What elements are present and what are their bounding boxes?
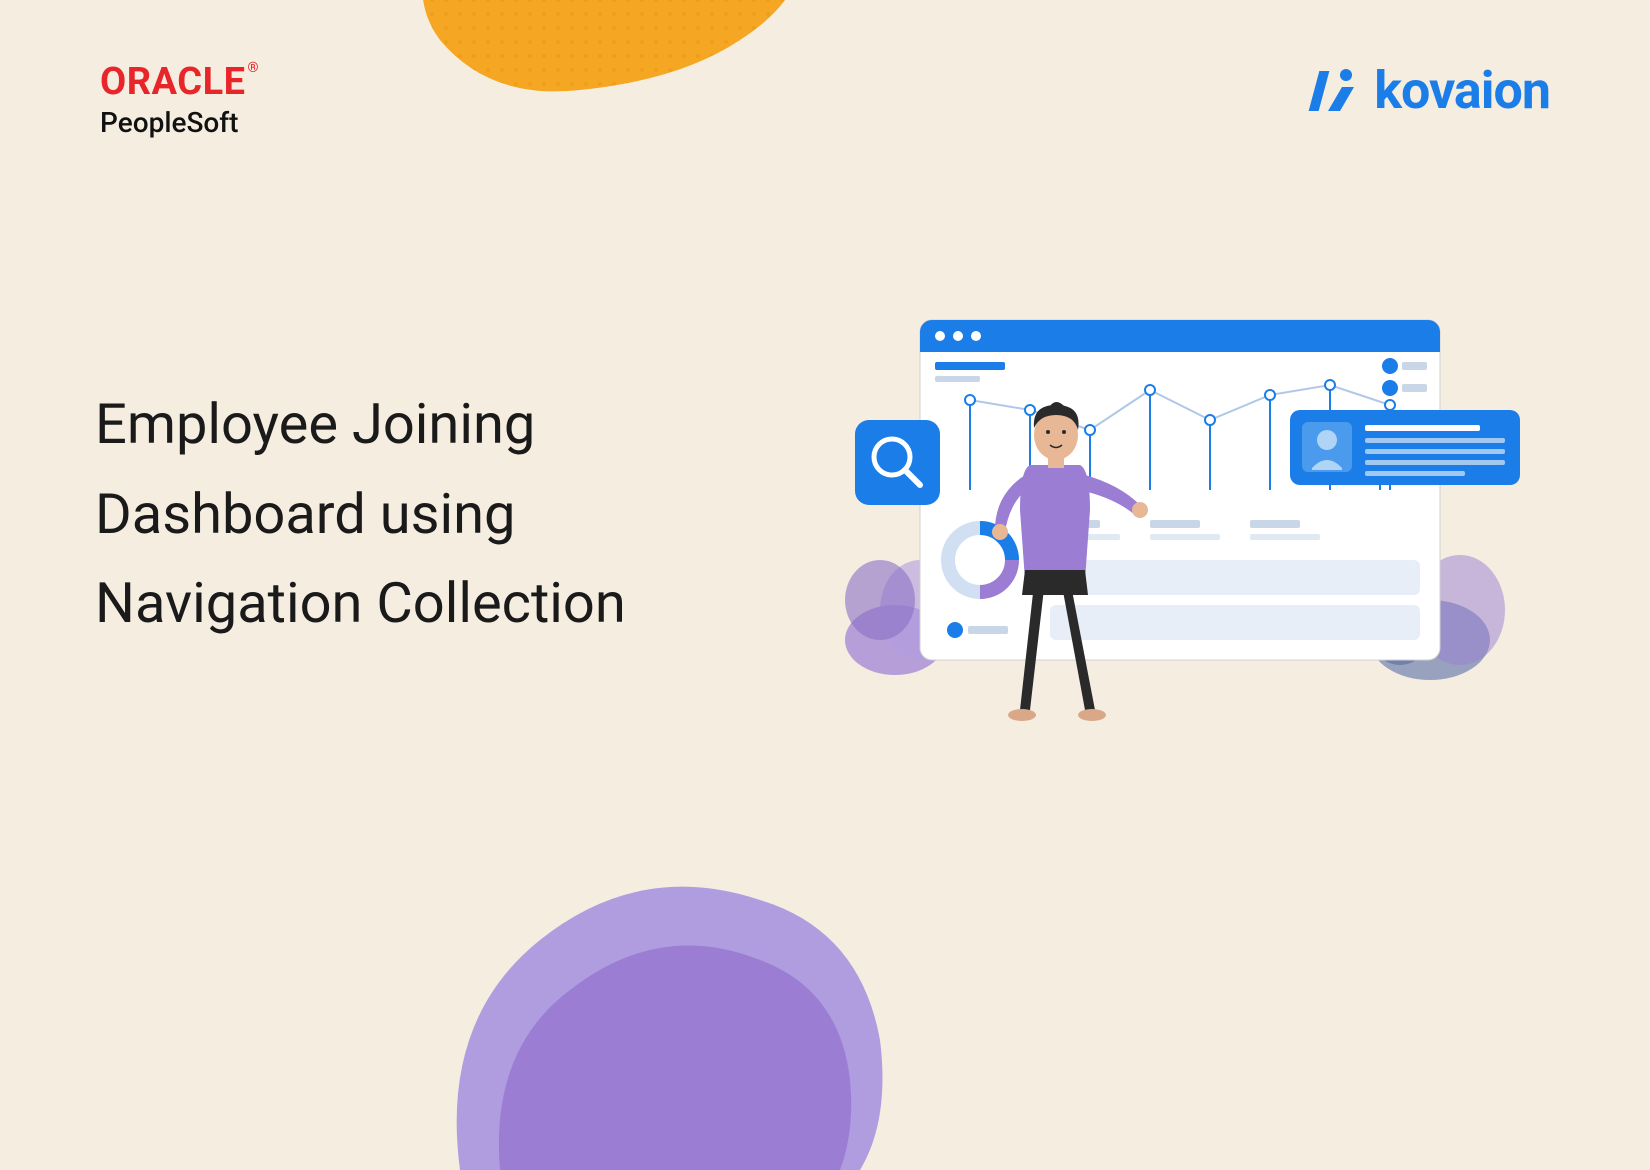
heading-line-3: Navigation Collection (95, 559, 745, 649)
page-title: Employee Joining Dashboard using Navigat… (95, 380, 745, 649)
oracle-text: ORACLE (100, 60, 246, 104)
profile-card (1290, 410, 1520, 490)
kovaion-logo: kovaion (1306, 60, 1550, 121)
heading-line-2: Dashboard using (95, 470, 745, 560)
heading-line-1: Employee Joining (95, 380, 745, 470)
oracle-registered: ® (248, 60, 259, 76)
dashboard-window (920, 320, 1440, 660)
orange-blob-decoration (400, 0, 820, 130)
kovaion-icon (1306, 63, 1362, 119)
peoplesoft-text: PeopleSoft (100, 106, 259, 139)
kovaion-text: kovaion (1374, 60, 1550, 121)
search-card (855, 420, 940, 505)
dashboard-illustration (820, 310, 1540, 760)
purple-blob-decoration (400, 820, 900, 1170)
oracle-peoplesoft-logo: ORACLE® PeopleSoft (100, 60, 259, 139)
